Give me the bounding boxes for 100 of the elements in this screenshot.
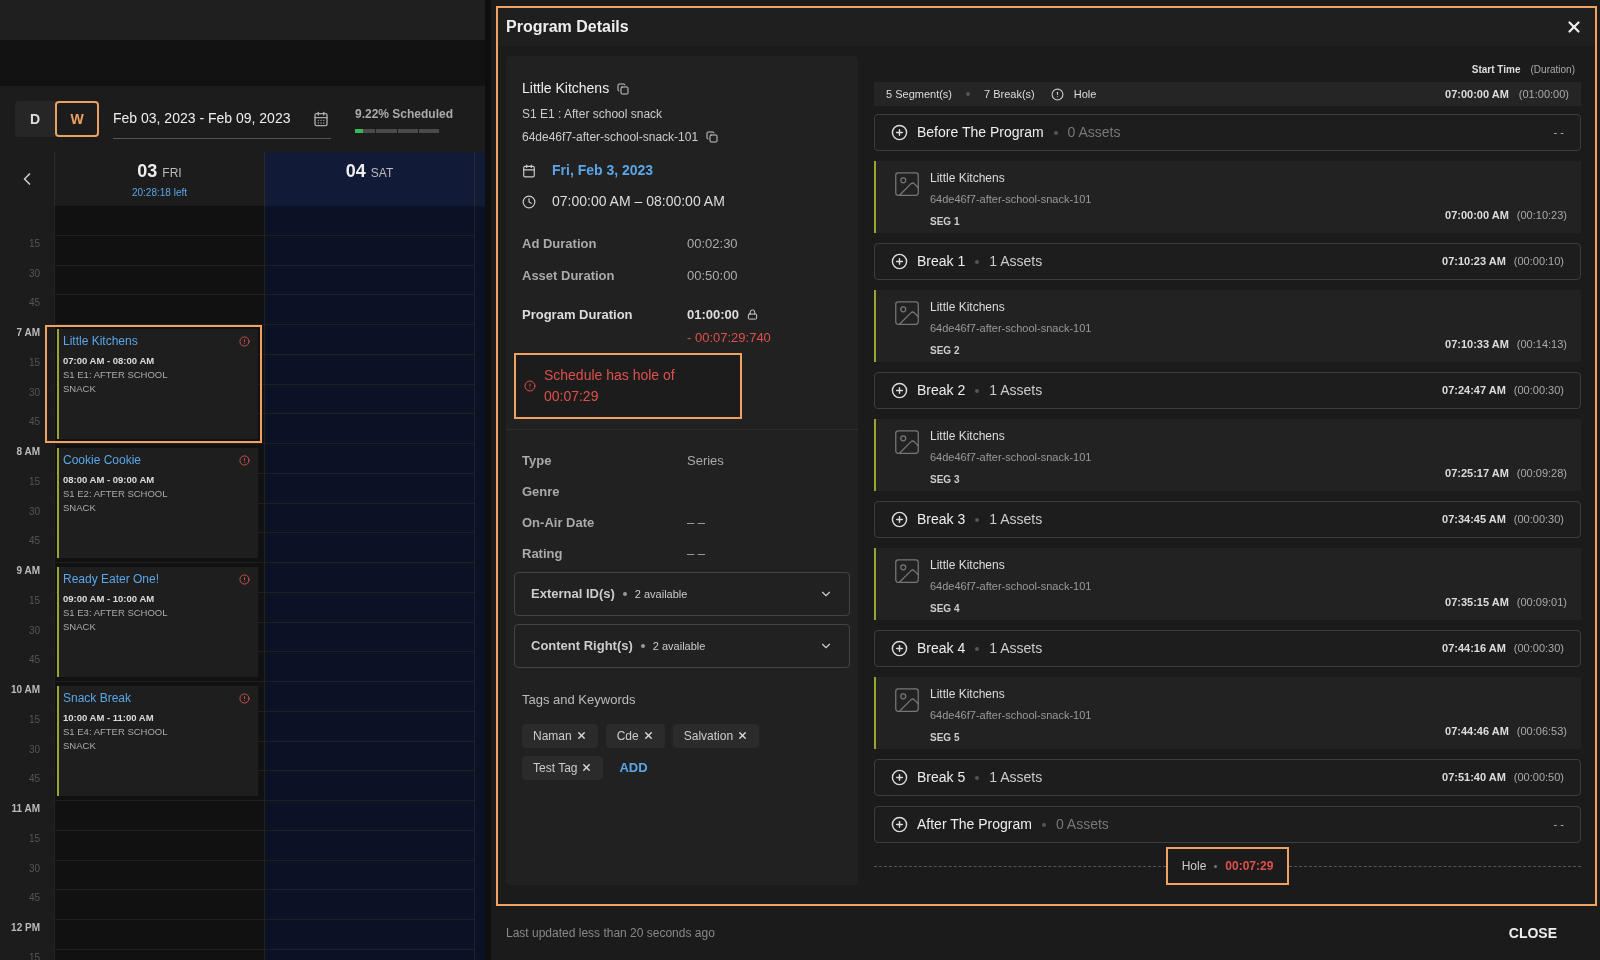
duration-label: Ad Duration [522, 235, 598, 253]
view-toggle[interactable]: D [15, 101, 55, 137]
break-row[interactable]: Break 1 1 Assets 07:10:23 AM (00:00:10) [874, 243, 1581, 280]
event-time: 09:00 AM - 10:00 AM [63, 592, 156, 606]
duration-value: 00:50:00 [687, 266, 738, 285]
time-label: 12 PM [11, 921, 40, 935]
add-icon[interactable] [891, 640, 908, 657]
add-icon[interactable] [891, 511, 908, 528]
program-title: Little Kitchens [522, 79, 610, 98]
remove-icon[interactable] [642, 730, 654, 741]
break-start-time: 07:44:16 AM [1442, 641, 1506, 657]
time-label: 45 [28, 772, 40, 787]
time-label: 10 AM [10, 683, 40, 697]
time-label: 11 AM [11, 802, 40, 816]
duration-difference: - 00:07:29:740 [687, 328, 771, 347]
break-start-time: 07:24:47 AM [1442, 383, 1506, 399]
break-duration: (00:00:10) [1513, 254, 1564, 270]
time-label: 45 [28, 891, 40, 906]
segment-label: SEG 2 [930, 343, 961, 358]
asset-count: 0 Assets [1067, 123, 1121, 142]
close-button[interactable]: CLOSE [1508, 922, 1557, 944]
duration-label: Program Duration [522, 306, 634, 324]
add-icon[interactable] [891, 769, 908, 786]
start-time-header: Start Time [1471, 62, 1521, 77]
asset-count: 1 Assets [989, 252, 1043, 271]
break-row[interactable]: Break 3 1 Assets 07:34:45 AM (00:00:30) [874, 501, 1581, 538]
event-title: Little Kitchens [63, 333, 138, 350]
time-label: 9 AM [16, 564, 40, 578]
break-title: Break 5 [917, 768, 966, 787]
segment-start-time: 07:25:17 AM [1445, 465, 1509, 481]
segment-duration: (00:14:13) [1516, 336, 1567, 352]
accordion[interactable]: External ID(s) 2 available [514, 572, 850, 616]
break-duration: (00:00:30) [1513, 641, 1564, 657]
hole-indicator: Hole 00:07:29 [1165, 847, 1290, 885]
break-row[interactable]: Break 2 1 Assets 07:24:47 AM (00:00:30) [874, 372, 1581, 409]
remove-icon[interactable] [581, 762, 593, 773]
weekday: FRI [162, 165, 182, 182]
segment-card[interactable]: Little Kitchens 64de46f7-after-school-snack-101 SEG 1 07:00:00 AM (00:10:23) [874, 161, 1581, 233]
remove-icon[interactable] [575, 730, 587, 741]
calendar-icon[interactable] [313, 110, 329, 127]
image-placeholder-icon [892, 298, 922, 328]
time-label: 45 [28, 534, 40, 549]
segment-card[interactable]: Little Kitchens 64de46f7-after-school-snack-101 SEG 3 07:25:17 AM (00:09:28) [874, 419, 1581, 491]
event-title: Ready Eater One! [63, 571, 160, 588]
tag-chip[interactable]: Cde [605, 723, 665, 748]
time-label: 8 AM [16, 445, 40, 459]
day-header[interactable]: 04 SAT [264, 152, 474, 206]
tags-heading: Tags and Keywords [522, 691, 637, 709]
segment-start-time: 07:35:15 AM [1445, 594, 1509, 610]
segment-start-time: 07:44:46 AM [1445, 723, 1509, 739]
break-row[interactable]: After The Program 0 Assets - - [874, 806, 1581, 843]
date-range-field[interactable]: Feb 03, 2023 - Feb 09, 2023 [113, 99, 331, 139]
break-duration: (00:00:30) [1513, 383, 1564, 399]
segment-title: Little Kitchens [930, 557, 1006, 574]
accordion[interactable]: Content Right(s) 2 available [514, 624, 850, 668]
break-row[interactable]: Break 5 1 Assets 07:51:40 AM (00:00:50) [874, 759, 1581, 796]
segment-title: Little Kitchens [930, 686, 1006, 703]
break-title: Break 3 [917, 510, 966, 529]
break-row[interactable]: Break 4 1 Assets 07:44:16 AM (00:00:30) [874, 630, 1581, 667]
asset-count: 1 Assets [989, 639, 1043, 658]
add-icon[interactable] [891, 253, 908, 270]
tag-chip[interactable]: Naman [522, 723, 598, 748]
image-placeholder-icon [892, 685, 922, 715]
event-episode: S1 E1: AFTER SCHOOL SNACK [63, 368, 169, 397]
add-tag-button[interactable]: ADD [619, 757, 648, 778]
segment-card[interactable]: Little Kitchens 64de46f7-after-school-snack-101 SEG 4 07:35:15 AM (00:09:01) [874, 548, 1581, 620]
remove-icon[interactable] [737, 730, 749, 741]
duration-label: Asset Duration [522, 266, 616, 285]
asset-count: 1 Assets [989, 510, 1043, 529]
tag-chip[interactable]: Salvation [672, 723, 760, 748]
add-icon[interactable] [891, 816, 908, 833]
view-toggle[interactable]: W [55, 101, 99, 137]
time-label: 45 [28, 415, 40, 430]
program-event[interactable]: Little Kitchens 07:00 AM - 08:00 AM S1 E1: AFTER SCHOOL SNACK [45, 325, 262, 443]
segment-card[interactable]: Little Kitchens 64de46f7-after-school-snack-101 SEG 2 07:10:33 AM (00:14:13) [874, 290, 1581, 362]
duration-value: 01:00:00 [687, 306, 740, 324]
copy-icon[interactable] [617, 82, 630, 95]
alert-icon [239, 335, 250, 347]
segment-duration: (00:09:28) [1516, 465, 1567, 481]
close-icon[interactable] [1565, 18, 1583, 36]
duration-value: 00:02:30 [687, 235, 738, 253]
segment-label: SEG 4 [930, 601, 961, 616]
break-start-time: - - [1553, 817, 1564, 833]
add-icon[interactable] [891, 124, 908, 141]
day-number: 03 [137, 160, 158, 183]
break-title: Break 4 [917, 639, 966, 658]
tag-chip[interactable]: Test Tag [522, 755, 604, 780]
event-episode: S1 E4: AFTER SCHOOL SNACK [63, 725, 169, 754]
segment-start-time: 07:10:33 AM [1445, 336, 1509, 352]
break-start-time: 07:10:23 AM [1442, 254, 1506, 270]
break-title: Break 2 [917, 381, 966, 400]
add-icon[interactable] [891, 382, 908, 399]
dialog-title: Program Details [506, 17, 629, 37]
copy-icon[interactable] [706, 131, 719, 143]
time-label: 7 AM [16, 326, 40, 340]
break-row[interactable]: Before The Program 0 Assets - - [874, 114, 1581, 151]
metadata-label: Type [522, 451, 553, 470]
event-title: Cookie Cookie [63, 452, 142, 469]
day-header[interactable]: 03 FRI 20:28:18 left [54, 152, 264, 206]
segment-card[interactable]: Little Kitchens 64de46f7-after-school-snack-101 SEG 5 07:44:46 AM (00:06:53) [874, 677, 1581, 749]
